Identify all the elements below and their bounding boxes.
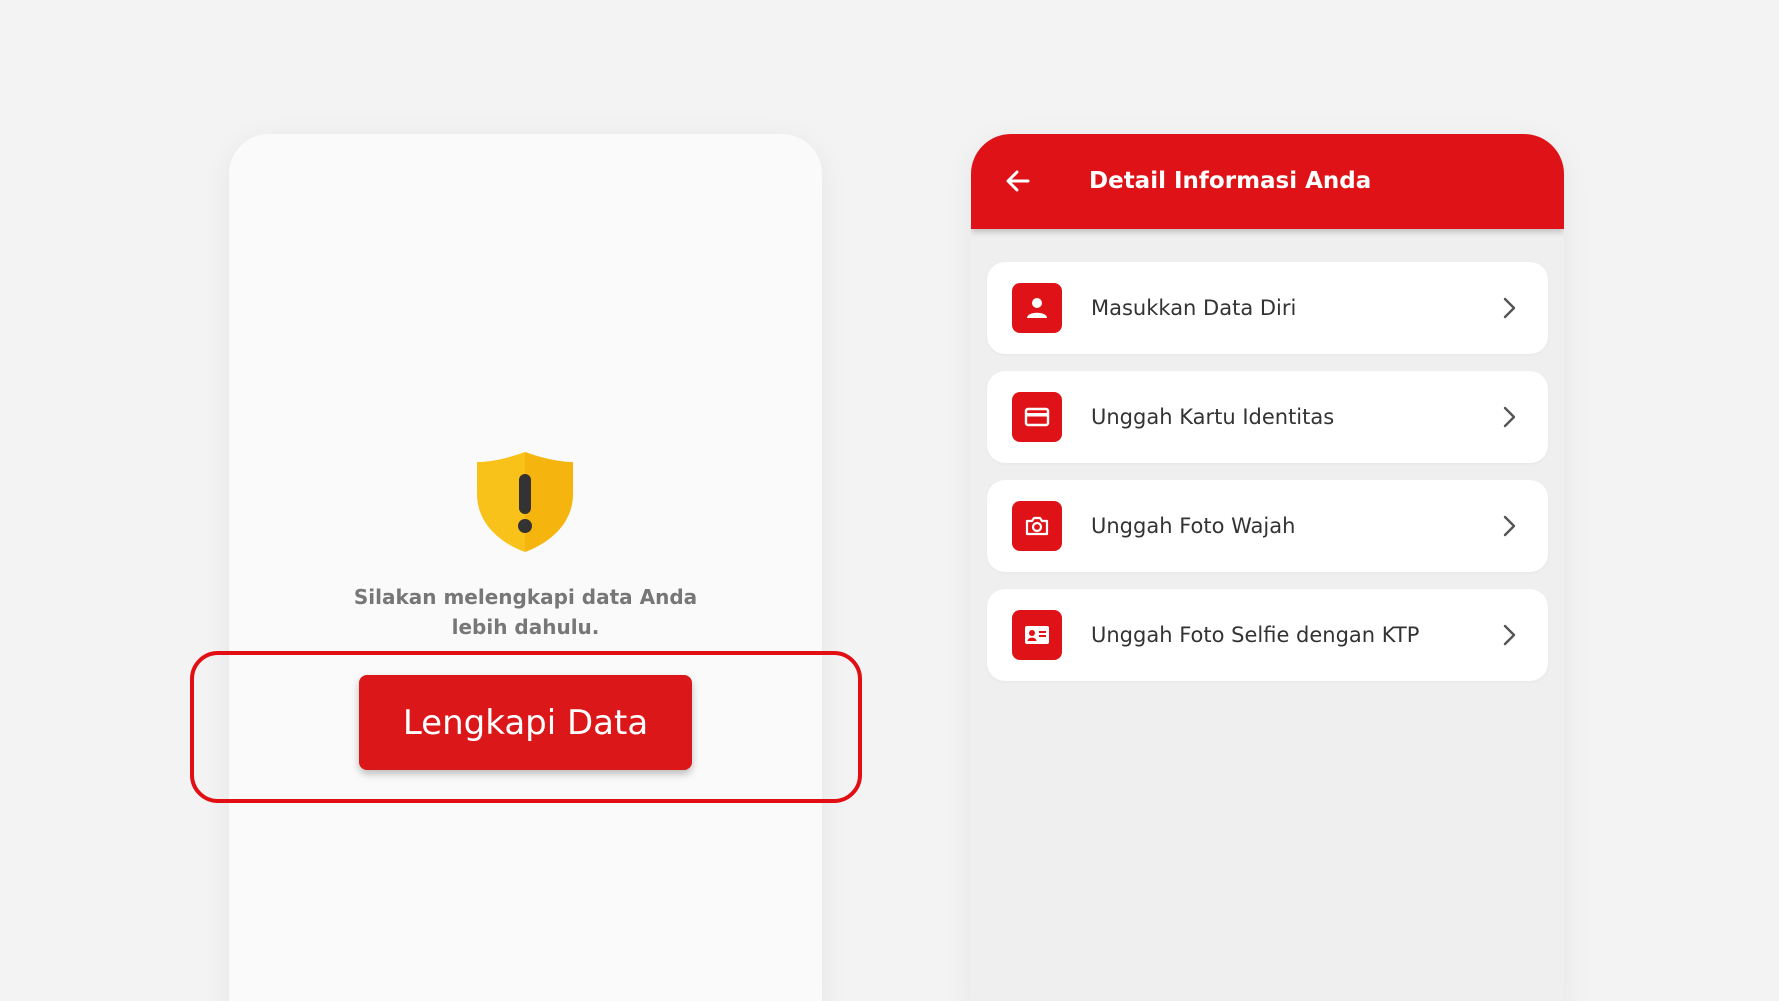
chevron-right-icon: [1497, 404, 1521, 430]
warning-shield-icon: [474, 450, 576, 554]
menu-item-label: Unggah Foto Wajah: [1091, 514, 1296, 538]
camera-icon: [1012, 501, 1062, 551]
menu-item-label: Masukkan Data Diri: [1091, 296, 1297, 320]
complete-data-button[interactable]: Lengkapi Data: [359, 675, 692, 770]
menu-item-selfie-ktp[interactable]: Unggah Foto Selfie dengan KTP: [987, 589, 1548, 681]
stage: Silakan melengkapi data Anda lebih dahul…: [0, 0, 1779, 1001]
arrow-left-icon: [1006, 170, 1030, 192]
card-icon: [1012, 392, 1062, 442]
back-button[interactable]: [993, 156, 1043, 206]
notice-text: Silakan melengkapi data Anda lebih dahul…: [353, 585, 698, 639]
chevron-right-icon: [1497, 622, 1521, 648]
id-card-icon: [1012, 610, 1062, 660]
app-header: Detail Informasi Anda: [971, 134, 1564, 229]
menu-item-face-photo[interactable]: Unggah Foto Wajah: [987, 480, 1548, 572]
page-title: Detail Informasi Anda: [1089, 168, 1372, 194]
person-icon: [1012, 283, 1062, 333]
menu-item-label: Unggah Foto Selfie dengan KTP: [1091, 623, 1420, 647]
chevron-right-icon: [1497, 295, 1521, 321]
right-phone-screen: Detail Informasi Anda Masukkan Data Diri: [971, 134, 1564, 1001]
menu-item-personal-data[interactable]: Masukkan Data Diri: [987, 262, 1548, 354]
menu-item-label: Unggah Kartu Identitas: [1091, 405, 1335, 429]
menu-item-identity-card[interactable]: Unggah Kartu Identitas: [987, 371, 1548, 463]
chevron-right-icon: [1497, 513, 1521, 539]
menu-list: Masukkan Data Diri Unggah Kartu Identita…: [987, 262, 1548, 698]
left-phone-screen: Silakan melengkapi data Anda lebih dahul…: [229, 134, 822, 1001]
